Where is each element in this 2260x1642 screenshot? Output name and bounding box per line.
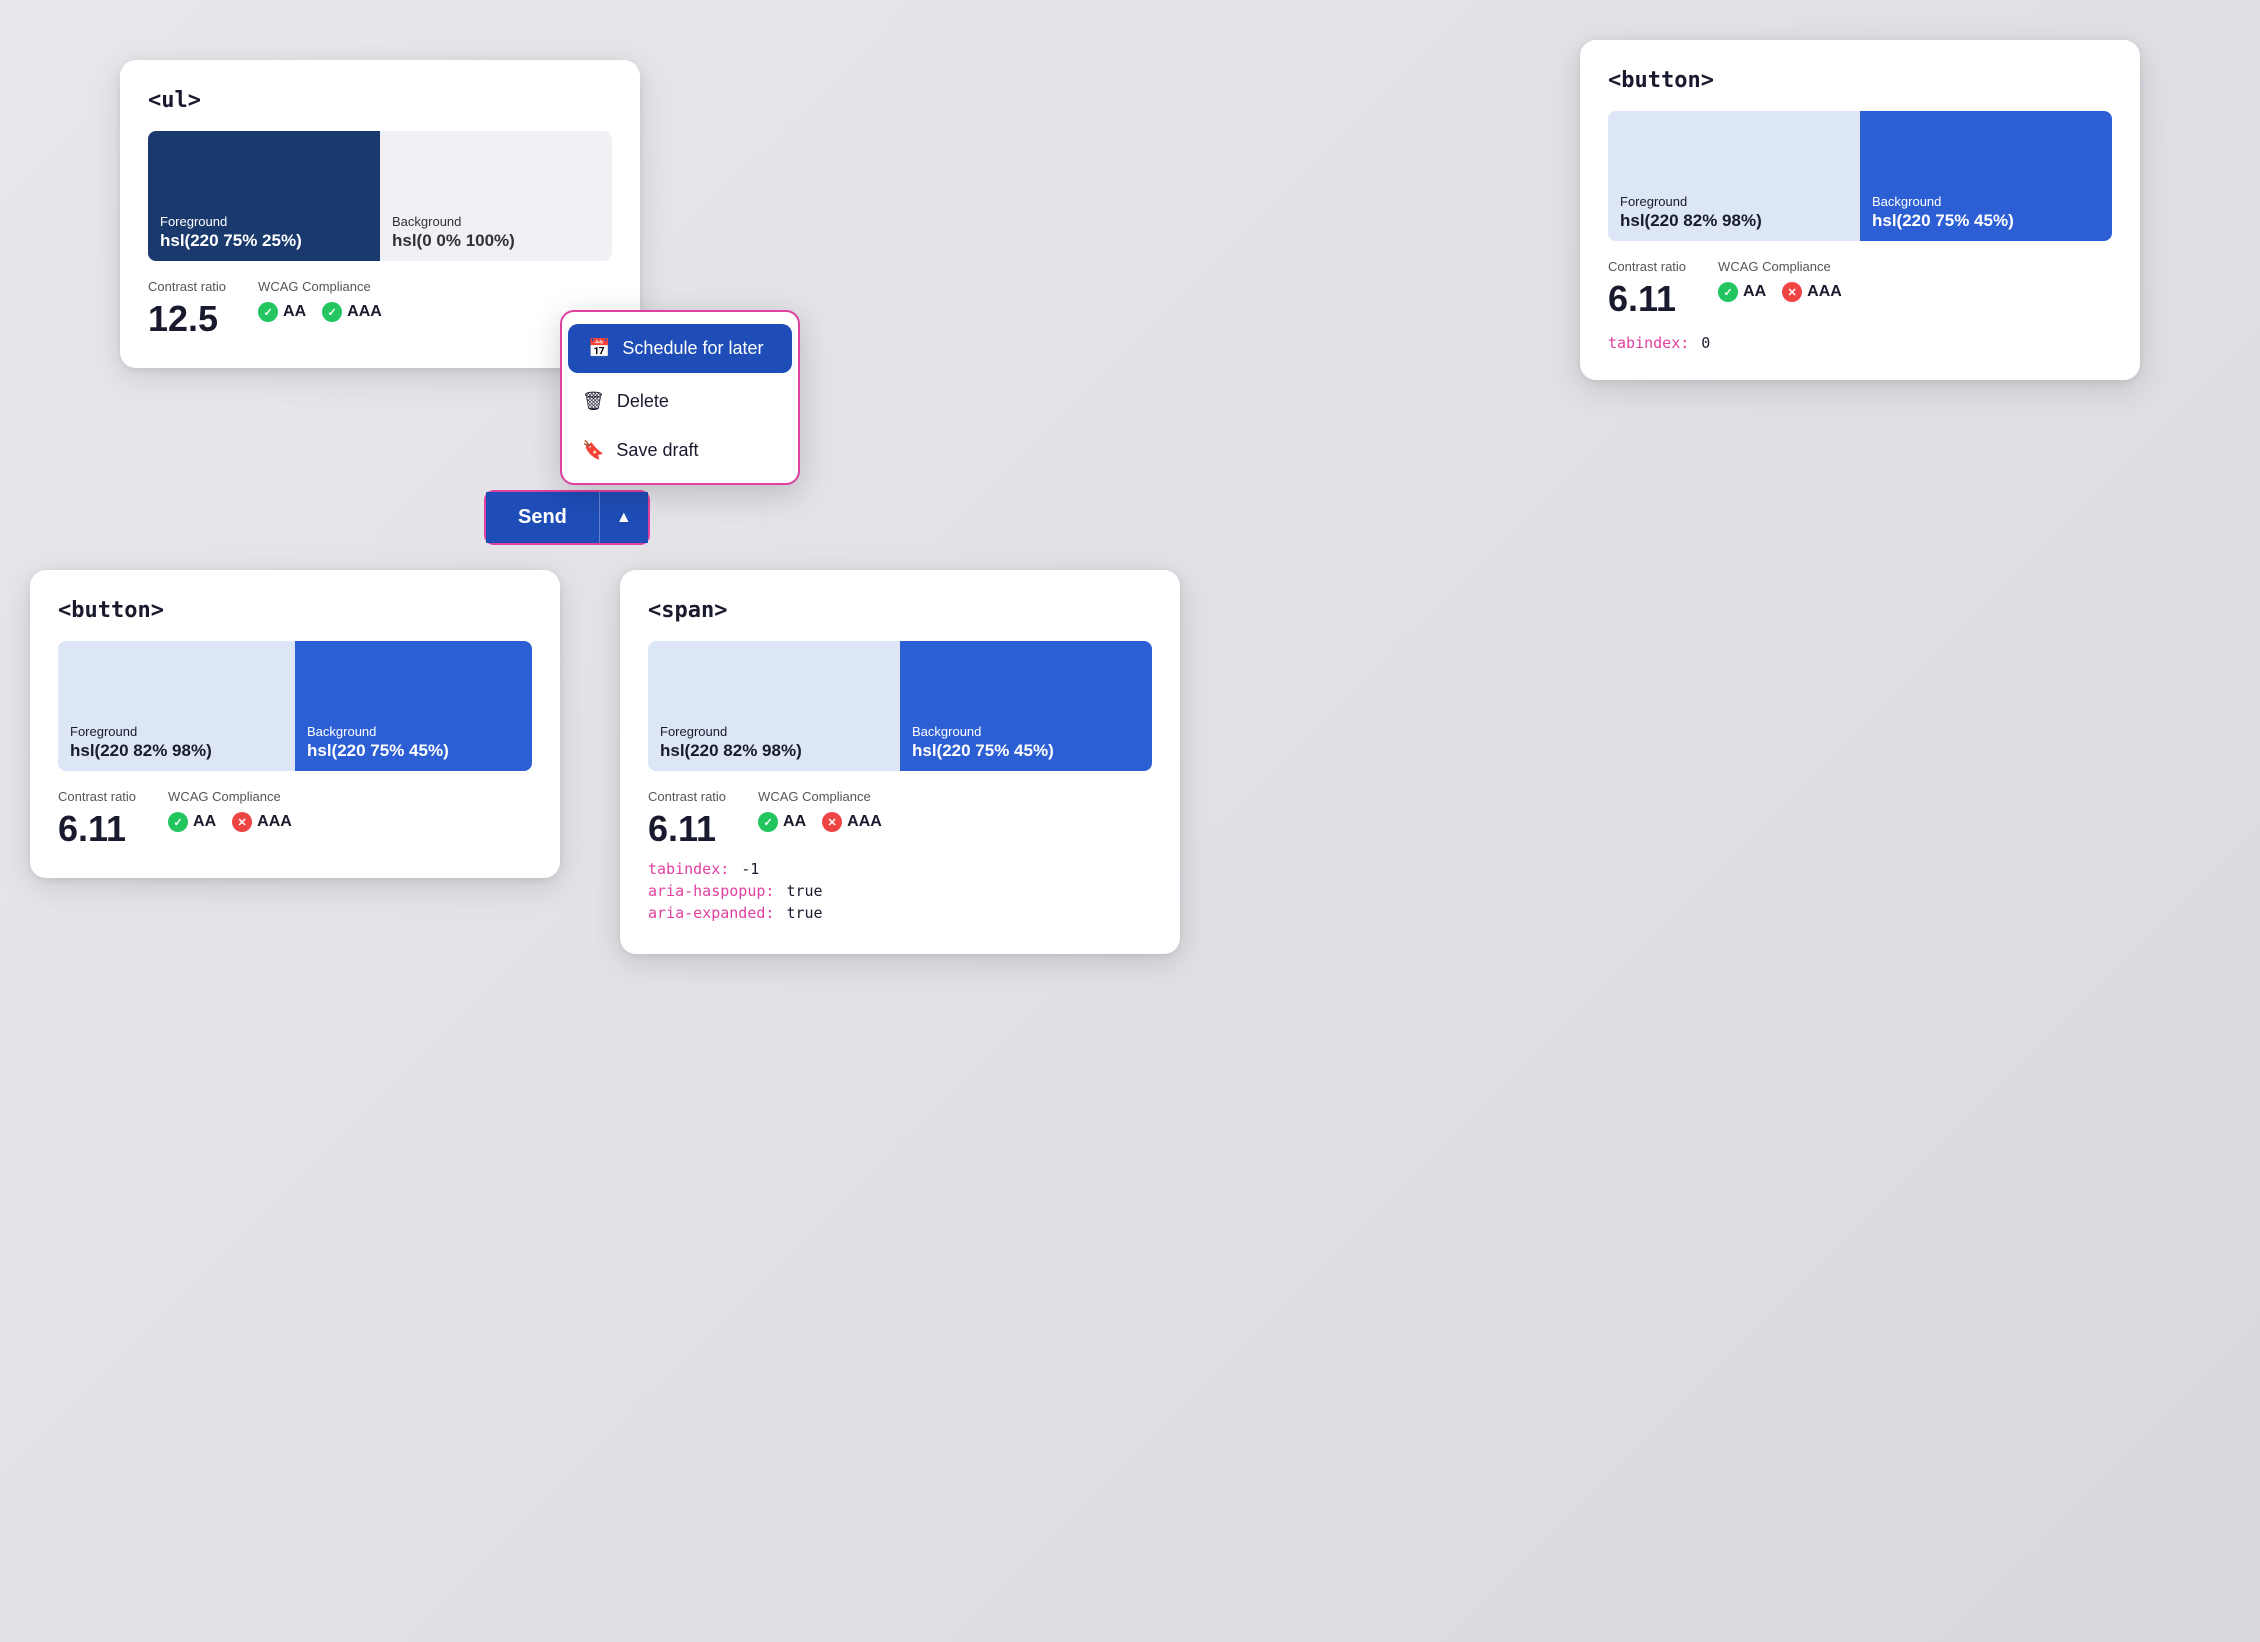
trash-icon: 🗑 <box>582 391 605 412</box>
badge-aaa-icon-button-top: ✕ <box>1782 282 1802 302</box>
badge-aa-button-top: ✓ AA <box>1718 282 1766 302</box>
card-button-top-title: <button> <box>1608 68 2112 93</box>
color-swatches-ul: Foreground hsl(220 75% 25%) Background h… <box>148 131 612 261</box>
wcag-span: WCAG Compliance ✓ AA ✕ AAA <box>758 789 882 832</box>
wcag-button-top: WCAG Compliance ✓ AA ✕ AAA <box>1718 259 1842 302</box>
card-ul-stats: Contrast ratio 12.5 WCAG Compliance ✓ AA… <box>148 279 612 340</box>
badge-aaa-button-bottom: ✕ AAA <box>232 812 292 832</box>
color-swatches-button-top: Foreground hsl(220 82% 98%) Background h… <box>1608 111 2112 241</box>
dropdown-item-schedule[interactable]: 📅 Schedule for later <box>568 324 792 373</box>
wcag-button-bottom: WCAG Compliance ✓ AA ✕ AAA <box>168 789 292 832</box>
color-swatches-button-bottom: Foreground hsl(220 82% 98%) Background h… <box>58 641 532 771</box>
badge-aa-span: ✓ AA <box>758 812 806 832</box>
contrast-ratio-button-bottom: Contrast ratio 6.11 <box>58 789 136 850</box>
send-chevron-button[interactable]: ▲ <box>599 492 648 543</box>
wcag-badges-button-bottom: ✓ AA ✕ AAA <box>168 812 292 832</box>
badge-aaa-button-top: ✕ AAA <box>1782 282 1842 302</box>
badge-aa-icon-button-bottom: ✓ <box>168 812 188 832</box>
card-span-stats: Contrast ratio 6.11 WCAG Compliance ✓ AA… <box>648 789 1152 850</box>
wcag-ul: WCAG Compliance ✓ AA ✓ AAA <box>258 279 382 322</box>
foreground-swatch-ul: Foreground hsl(220 75% 25%) <box>148 131 380 261</box>
badge-aaa-span: ✕ AAA <box>822 812 882 832</box>
badge-aa-ul: ✓ AA <box>258 302 306 322</box>
card-button-bottom: <button> Foreground hsl(220 82% 98%) Bac… <box>30 570 560 878</box>
card-span: <span> Foreground hsl(220 82% 98%) Backg… <box>620 570 1180 954</box>
wcag-badges-button-top: ✓ AA ✕ AAA <box>1718 282 1842 302</box>
foreground-swatch-button-bottom: Foreground hsl(220 82% 98%) <box>58 641 295 771</box>
dropdown-item-save-draft[interactable]: 🔖 Save draft <box>562 426 798 475</box>
dropdown-menu[interactable]: 📅 Schedule for later 🗑 Delete 🔖 Save dra… <box>560 310 800 485</box>
aria-row-expanded: aria-expanded: true <box>648 904 1152 922</box>
badge-aaa-ul: ✓ AAA <box>322 302 382 322</box>
tabindex-row-button-top: tabindex: 0 <box>1608 334 2112 352</box>
foreground-swatch-span: Foreground hsl(220 82% 98%) <box>648 641 900 771</box>
card-span-title: <span> <box>648 598 1152 623</box>
badge-aaa-icon-ul: ✓ <box>322 302 342 322</box>
aria-row-haspopup: aria-haspopup: true <box>648 882 1152 900</box>
send-button[interactable]: Send <box>486 492 599 543</box>
contrast-ratio-button-top: Contrast ratio 6.11 <box>1608 259 1686 320</box>
badge-aa-icon-ul: ✓ <box>258 302 278 322</box>
background-swatch-button-top: Background hsl(220 75% 45%) <box>1860 111 2112 241</box>
background-swatch-span: Background hsl(220 75% 45%) <box>900 641 1152 771</box>
wcag-badges-span: ✓ AA ✕ AAA <box>758 812 882 832</box>
background-swatch-ul: Background hsl(0 0% 100%) <box>380 131 612 261</box>
wcag-badges-ul: ✓ AA ✓ AAA <box>258 302 382 322</box>
foreground-swatch-button-top: Foreground hsl(220 82% 98%) <box>1608 111 1860 241</box>
aria-rows-span: tabindex: -1 aria-haspopup: true aria-ex… <box>648 860 1152 922</box>
contrast-ratio-span: Contrast ratio 6.11 <box>648 789 726 850</box>
dropdown-item-delete[interactable]: 🗑 Delete <box>562 377 798 426</box>
card-button-bottom-stats: Contrast ratio 6.11 WCAG Compliance ✓ AA… <box>58 789 532 850</box>
badge-aa-icon-span: ✓ <box>758 812 778 832</box>
aria-row-tabindex: tabindex: -1 <box>648 860 1152 878</box>
send-button-group[interactable]: Send ▲ <box>484 490 650 545</box>
badge-aa-button-bottom: ✓ AA <box>168 812 216 832</box>
badge-aaa-icon-button-bottom: ✕ <box>232 812 252 832</box>
background-swatch-button-bottom: Background hsl(220 75% 45%) <box>295 641 532 771</box>
color-swatches-span: Foreground hsl(220 82% 98%) Background h… <box>648 641 1152 771</box>
badge-aa-icon-button-top: ✓ <box>1718 282 1738 302</box>
card-button-top-stats: Contrast ratio 6.11 WCAG Compliance ✓ AA… <box>1608 259 2112 320</box>
card-button-bottom-title: <button> <box>58 598 532 623</box>
card-button-top: <button> Foreground hsl(220 82% 98%) Bac… <box>1580 40 2140 380</box>
badge-aaa-icon-span: ✕ <box>822 812 842 832</box>
contrast-ratio-ul: Contrast ratio 12.5 <box>148 279 226 340</box>
card-ul-title: <ul> <box>148 88 612 113</box>
bookmark-icon: 🔖 <box>582 440 604 461</box>
calendar-icon: 📅 <box>588 338 610 359</box>
